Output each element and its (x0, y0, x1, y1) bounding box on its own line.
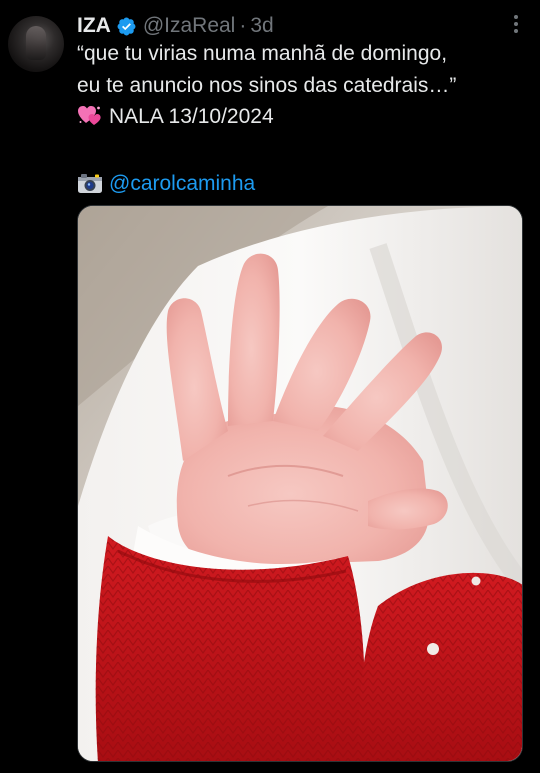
baby-hand-photo (78, 206, 522, 761)
tweet-line-1: “que tu virias numa manhã de domingo, (77, 42, 448, 65)
timestamp[interactable]: 3d (250, 14, 273, 38)
more-options-icon[interactable] (506, 15, 526, 37)
avatar-figure (26, 26, 46, 60)
tweet-line-4: @carolcaminha (77, 168, 527, 204)
tweet-line-2: eu te anuncio nos sinos das catedrais…” (77, 73, 457, 97)
tweet-line-3: NALA 13/10/2024 (77, 101, 527, 137)
tweet-header: IZA @IzaReal · 3d (77, 12, 528, 40)
heart-emoji-icon (77, 103, 103, 137)
pearl-button (471, 576, 481, 586)
tweet-text: “que tu virias numa manhã de domingo, eu… (77, 38, 527, 204)
separator-dot: · (239, 14, 247, 37)
tweet-line-3-text: NALA 13/10/2024 (109, 105, 274, 128)
camera-emoji-icon (77, 172, 103, 204)
tweet-photo[interactable] (77, 205, 523, 762)
verified-badge-icon (116, 16, 137, 37)
display-name[interactable]: IZA (77, 14, 111, 38)
handle[interactable]: @IzaReal (143, 14, 236, 38)
mention-link[interactable]: @carolcaminha (109, 172, 255, 195)
pearl-button (427, 643, 439, 655)
avatar[interactable] (8, 16, 64, 72)
